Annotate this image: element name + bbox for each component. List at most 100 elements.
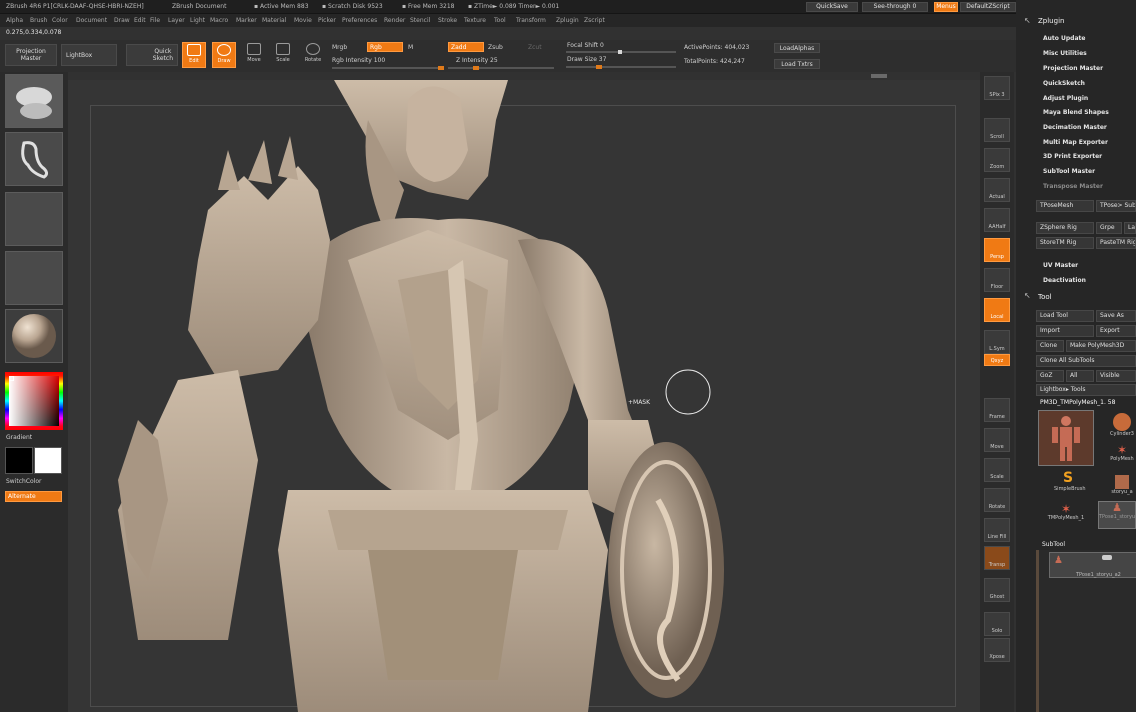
- zsphere-rig-button[interactable]: ZSphere Rig: [1036, 222, 1094, 234]
- zplugin-item-decimation-master[interactable]: Decimation Master: [1043, 124, 1107, 131]
- menu-transform[interactable]: Transform: [516, 17, 546, 24]
- rs-zoom-button[interactable]: Zoom: [984, 148, 1010, 172]
- rs-scale-button[interactable]: Scale: [984, 458, 1010, 482]
- menu-light[interactable]: Light: [190, 17, 205, 24]
- tpose-mesh-button[interactable]: TPoseMesh: [1036, 200, 1094, 212]
- projection-master-button[interactable]: Projection Master: [5, 44, 57, 66]
- load-alphas-button[interactable]: LoadAlphas: [774, 43, 820, 53]
- rs-line-fill-button[interactable]: Line Fill: [984, 518, 1010, 542]
- rs-spix-3-button[interactable]: SPix 3: [984, 76, 1010, 100]
- la-button[interactable]: La: [1124, 222, 1136, 234]
- store-tm-rig-button[interactable]: StoreTM Rig: [1036, 237, 1094, 249]
- menus-button[interactable]: Menus: [934, 2, 958, 12]
- menu-zplugin[interactable]: Zplugin: [556, 17, 579, 24]
- rs-xpose-button[interactable]: Xpose: [984, 638, 1010, 662]
- menu-document[interactable]: Document: [76, 17, 107, 24]
- import-button[interactable]: Import: [1036, 325, 1094, 337]
- quicksave-button[interactable]: QuickSave: [806, 2, 858, 12]
- menu-tool[interactable]: Tool: [494, 17, 506, 24]
- switch-color-button[interactable]: SwitchColor: [6, 478, 42, 485]
- document-canvas[interactable]: +MASK: [68, 80, 980, 712]
- rotate-button[interactable]: Rotate: [301, 42, 325, 68]
- rs-transp-button[interactable]: Transp: [984, 546, 1010, 570]
- default-zscript-button[interactable]: DefaultZScript: [960, 2, 1016, 12]
- menu-marker[interactable]: Marker: [236, 17, 257, 24]
- rs-l-sym-button[interactable]: L.Sym: [984, 330, 1010, 354]
- menu-brush[interactable]: Brush: [30, 17, 47, 24]
- subtool-item[interactable]: ♟ TPose1_storyu_a2: [1049, 552, 1136, 578]
- texture-thumbnail[interactable]: [5, 251, 63, 305]
- alternate-button[interactable]: Alternate: [5, 491, 62, 502]
- tmpolymesh-thumb[interactable]: ✶ TMPolyMesh_1: [1046, 503, 1086, 521]
- scale-button[interactable]: Scale: [271, 42, 295, 68]
- menu-material[interactable]: Material: [262, 17, 286, 24]
- rs-solo-button[interactable]: Solo: [984, 612, 1010, 636]
- grpe-button[interactable]: Grpe: [1096, 222, 1122, 234]
- focal-shift-knob[interactable]: [618, 50, 622, 54]
- z-intensity-knob[interactable]: [473, 66, 479, 70]
- tool-arrow-icon[interactable]: ↖: [1024, 291, 1031, 300]
- zplugin-item-maya-blend-shapes[interactable]: Maya Blend Shapes: [1043, 109, 1109, 116]
- make-polymesh-button[interactable]: Make PolyMesh3D: [1066, 340, 1136, 352]
- zplugin-item-projection-master[interactable]: Projection Master: [1043, 65, 1103, 72]
- zplugin-item-quicksketch[interactable]: QuickSketch: [1043, 80, 1085, 87]
- uv-master-item[interactable]: UV Master: [1043, 262, 1078, 269]
- zplugin-item-3d-print-exporter[interactable]: 3D Print Exporter: [1043, 153, 1102, 160]
- current-tool-slider[interactable]: PM3D_TMPolyMesh_1. 58: [1040, 399, 1115, 406]
- rs-floor-button[interactable]: Floor: [984, 268, 1010, 292]
- color-picker-cursor[interactable]: [9, 376, 14, 381]
- lightbox-button[interactable]: LightBox: [61, 44, 117, 66]
- focal-shift-slider[interactable]: [566, 50, 676, 54]
- rs-move-button[interactable]: Move: [984, 428, 1010, 452]
- rs-frame-button[interactable]: Frame: [984, 398, 1010, 422]
- rs-rotate-button[interactable]: Rotate: [984, 488, 1010, 512]
- paste-tm-rig-button[interactable]: PasteTM Rig: [1096, 237, 1136, 249]
- mrgb-button[interactable]: Mrgb: [332, 44, 347, 51]
- secondary-color-swatch[interactable]: [5, 447, 33, 474]
- polymesh-thumb[interactable]: ✶ PolyMesh: [1108, 444, 1136, 462]
- simplebrush-thumb[interactable]: S SimpleBrush: [1054, 470, 1086, 492]
- storyu-thumb[interactable]: storyu_a: [1108, 475, 1136, 495]
- rgb-intensity-knob[interactable]: [438, 66, 444, 70]
- load-tool-button[interactable]: Load Tool: [1036, 310, 1094, 322]
- load-textures-button[interactable]: Load Txtrs: [774, 59, 820, 69]
- clone-button[interactable]: Clone: [1036, 340, 1064, 352]
- quick-sketch-button[interactable]: Quick Sketch: [126, 44, 178, 66]
- export-button[interactable]: Export: [1096, 325, 1136, 337]
- current-tool-thumbnail[interactable]: [1038, 410, 1094, 466]
- menu-file[interactable]: File: [150, 17, 160, 24]
- rs-ghost-button[interactable]: Ghost: [984, 578, 1010, 602]
- zplugin-item-multi-map-exporter[interactable]: Multi Map Exporter: [1043, 139, 1108, 146]
- all-button[interactable]: All: [1066, 370, 1094, 382]
- eye-icon[interactable]: [1102, 555, 1112, 560]
- edit-button[interactable]: Edit: [182, 42, 206, 68]
- rgb-intensity-slider[interactable]: [332, 66, 444, 70]
- material-thumbnail[interactable]: [5, 309, 63, 363]
- subtool-list[interactable]: ♟ TPose1_storyu_a2: [1036, 550, 1136, 712]
- zadd-button[interactable]: Zadd: [448, 42, 484, 52]
- stroke-thumbnail[interactable]: [5, 132, 63, 186]
- draw-size-knob[interactable]: [596, 65, 603, 69]
- menu-picker[interactable]: Picker: [318, 17, 336, 24]
- zsub-button[interactable]: Zsub: [488, 44, 503, 51]
- zplugin-item-auto-update[interactable]: Auto Update: [1043, 35, 1085, 42]
- menu-render[interactable]: Render: [384, 17, 405, 24]
- menu-texture[interactable]: Texture: [464, 17, 486, 24]
- brush-thumbnail[interactable]: [5, 74, 63, 128]
- deactivation-item[interactable]: Deactivation: [1043, 277, 1086, 284]
- color-picker[interactable]: [5, 372, 63, 430]
- menu-zscript[interactable]: Zscript: [584, 17, 605, 24]
- zplugin-item-adjust-plugin[interactable]: Adjust Plugin: [1043, 95, 1088, 102]
- m-button[interactable]: M: [408, 44, 413, 51]
- rs-scroll-button[interactable]: Scroll: [984, 118, 1010, 142]
- menu-movie[interactable]: Movie: [294, 17, 312, 24]
- menu-layer[interactable]: Layer: [168, 17, 185, 24]
- menu-alpha[interactable]: Alpha: [6, 17, 23, 24]
- menu-draw[interactable]: Draw: [114, 17, 130, 24]
- zplugin-item-transpose-master[interactable]: Transpose Master: [1043, 183, 1103, 190]
- tpose-subt-button[interactable]: TPose> SubT: [1096, 200, 1136, 212]
- tpose-storyu-thumb[interactable]: ♟ TPose1_storyu: [1098, 501, 1136, 529]
- rs-actual-button[interactable]: Actual: [984, 178, 1010, 202]
- visible-button[interactable]: Visible: [1096, 370, 1136, 382]
- rgb-button[interactable]: Rgb: [367, 42, 403, 52]
